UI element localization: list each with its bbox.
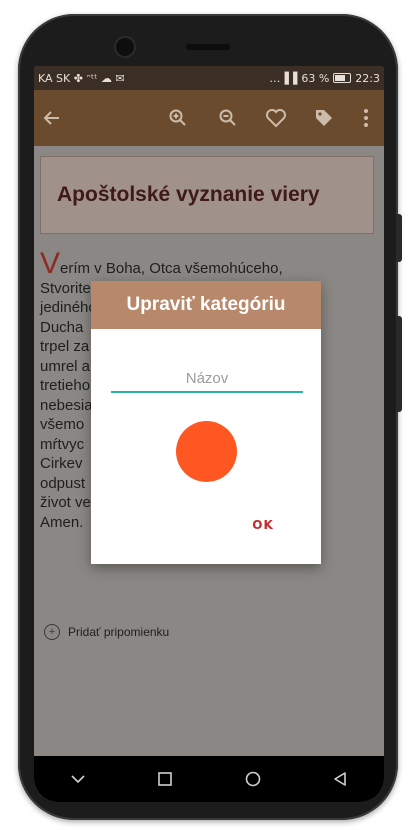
power-button <box>396 316 402 412</box>
zoom-in-icon[interactable] <box>164 104 192 132</box>
signal-icon: …▐▐ <box>269 71 298 85</box>
add-reminder-button[interactable]: + Pridať pripomienku <box>44 624 169 640</box>
volume-button <box>396 214 402 262</box>
battery-icon <box>333 73 352 83</box>
color-picker-swatch[interactable] <box>176 421 237 482</box>
heart-icon[interactable] <box>262 104 290 132</box>
more-vert-icon[interactable] <box>352 104 380 132</box>
front-camera <box>116 38 134 56</box>
tag-icon[interactable] <box>310 104 338 132</box>
dialog-title: Upraviť kategóriu <box>126 294 286 315</box>
status-left-indicators: KA SK ✤ ᵔᵗᵗ ☁ ✉ <box>38 71 125 85</box>
square-icon[interactable] <box>145 759 185 799</box>
body-line: Verím v Boha, Otca všemohúceho, <box>40 247 283 280</box>
chevron-down-icon[interactable] <box>58 759 98 799</box>
edit-category-dialog: Upraviť kategóriu OK <box>91 281 321 564</box>
app-bar <box>34 90 384 146</box>
category-name-input[interactable] <box>111 365 303 393</box>
dialog-header: Upraviť kategóriu <box>91 281 321 329</box>
status-right: …▐▐ 63 % 22:3 <box>269 72 380 85</box>
earpiece-speaker <box>186 44 230 50</box>
zoom-out-icon[interactable] <box>214 104 242 132</box>
triangle-back-icon[interactable] <box>320 759 360 799</box>
article-title-box: Apoštolské vyznanie viery <box>40 156 374 234</box>
add-reminder-label: Pridať pripomienku <box>68 625 170 639</box>
battery-percent: 63 % <box>301 71 330 85</box>
arrow-left-icon[interactable] <box>38 104 66 132</box>
status-time: 22:3 <box>355 71 380 85</box>
drop-cap: V <box>40 247 61 280</box>
circle-icon[interactable] <box>233 759 273 799</box>
status-bar: KA SK ✤ ᵔᵗᵗ ☁ ✉ …▐▐ 63 % 22:3 <box>34 66 384 90</box>
ok-button[interactable]: OK <box>241 513 285 537</box>
system-navigation-bar <box>34 756 384 802</box>
add-circle-icon: + <box>44 624 60 640</box>
article-title: Apoštolské vyznanie viery <box>57 183 320 206</box>
